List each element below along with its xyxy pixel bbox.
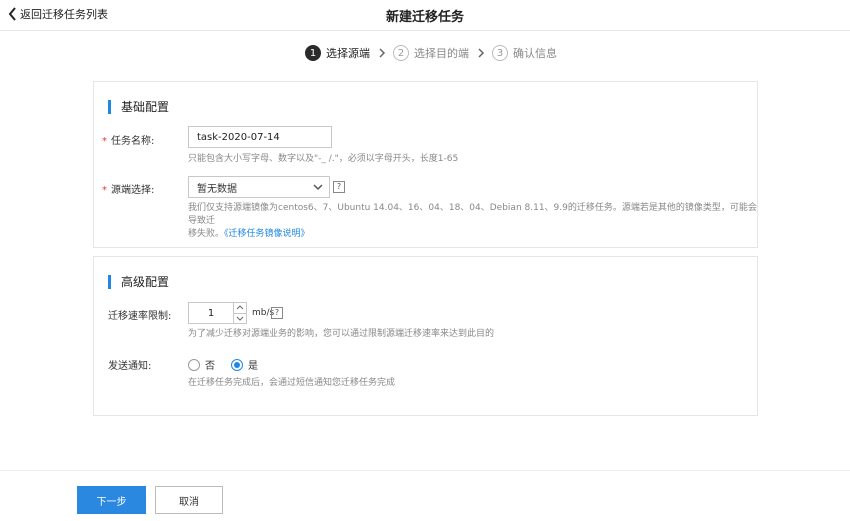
notify-option-yes[interactable]: 是 (231, 357, 258, 372)
decrement-button[interactable] (234, 312, 246, 324)
chevron-down-icon (313, 184, 323, 191)
step-3: 3 确认信息 (492, 45, 557, 61)
rate-limit-input[interactable] (189, 303, 233, 323)
advanced-config-card: 高级配置 迁移速率限制: mb/s ? 为了减少迁移对源端业务的影响，您可以通过… (93, 256, 758, 416)
required-mark: * (102, 136, 107, 147)
advanced-config-title: 高级配置 (108, 275, 169, 289)
step-1-number: 1 (305, 45, 321, 61)
step-1-label: 选择源端 (326, 47, 370, 60)
step-3-label: 确认信息 (513, 47, 557, 60)
increment-button[interactable] (234, 303, 246, 313)
basic-config-card: 基础配置 *任务名称: 只能包含大小写字母、数字以及"-_ /."，必须以字母开… (93, 81, 758, 248)
source-hint: 我们仅支持源端镜像为centos6、7、Ubuntu 14.04、16、04、1… (188, 203, 757, 239)
step-2-number: 2 (393, 45, 409, 61)
basic-config-title: 基础配置 (108, 100, 169, 114)
rate-hint: 为了减少迁移对源端业务的影响，您可以通过限制源端迁移速率来达到此目的 (188, 329, 495, 339)
task-name-label: * 任务名称: (102, 136, 155, 147)
radio-circle (188, 358, 200, 371)
source-help-icon[interactable]: ? (333, 181, 345, 193)
chevron-up-icon (236, 305, 244, 310)
next-step-button[interactable]: 下一步 (77, 486, 146, 514)
rate-limit-label: 迁移速率限制: (108, 311, 172, 322)
step-2: 2 选择目的端 (393, 45, 469, 61)
source-select[interactable]: 暂无数据 (188, 176, 330, 198)
step-2-label: 选择目的端 (414, 47, 469, 60)
notify-label: 发送通知: (108, 361, 152, 372)
chevron-right-icon (379, 48, 386, 58)
source-select-label: * 源端选择: (102, 185, 155, 196)
radio-circle (231, 358, 243, 371)
task-name-input[interactable] (188, 126, 332, 148)
step-3-number: 3 (492, 45, 508, 61)
source-select-value: 暂无数据 (197, 183, 237, 195)
required-mark: * (102, 185, 107, 196)
task-name-hint: 只能包含大小写字母、数字以及"-_ /."，必须以字母开头，长度1-65 (188, 154, 459, 164)
footer-bar: 下一步 取消 (0, 470, 850, 521)
step-indicator: 1 选择源端 2 选择目的端 3 确认信息 (305, 45, 557, 61)
chevron-right-icon (478, 48, 485, 58)
cancel-button[interactable]: 取消 (155, 486, 223, 514)
notify-option-no[interactable]: 否 (188, 357, 215, 372)
rate-limit-stepper[interactable] (188, 302, 247, 324)
step-1: 1 选择源端 (305, 45, 370, 61)
page-title: 新建迁移任务 (385, 10, 464, 25)
rate-help-icon[interactable]: ? (271, 307, 283, 319)
notify-hint: 在迁移任务完成后，会通过短信通知您迁移任务完成 (188, 378, 396, 388)
chevron-down-icon (236, 316, 244, 321)
top-header: 返回迁移任务列表 新建迁移任务 (0, 0, 850, 31)
image-guide-link[interactable]: 《迁移任务镜像说明》 (224, 229, 310, 239)
